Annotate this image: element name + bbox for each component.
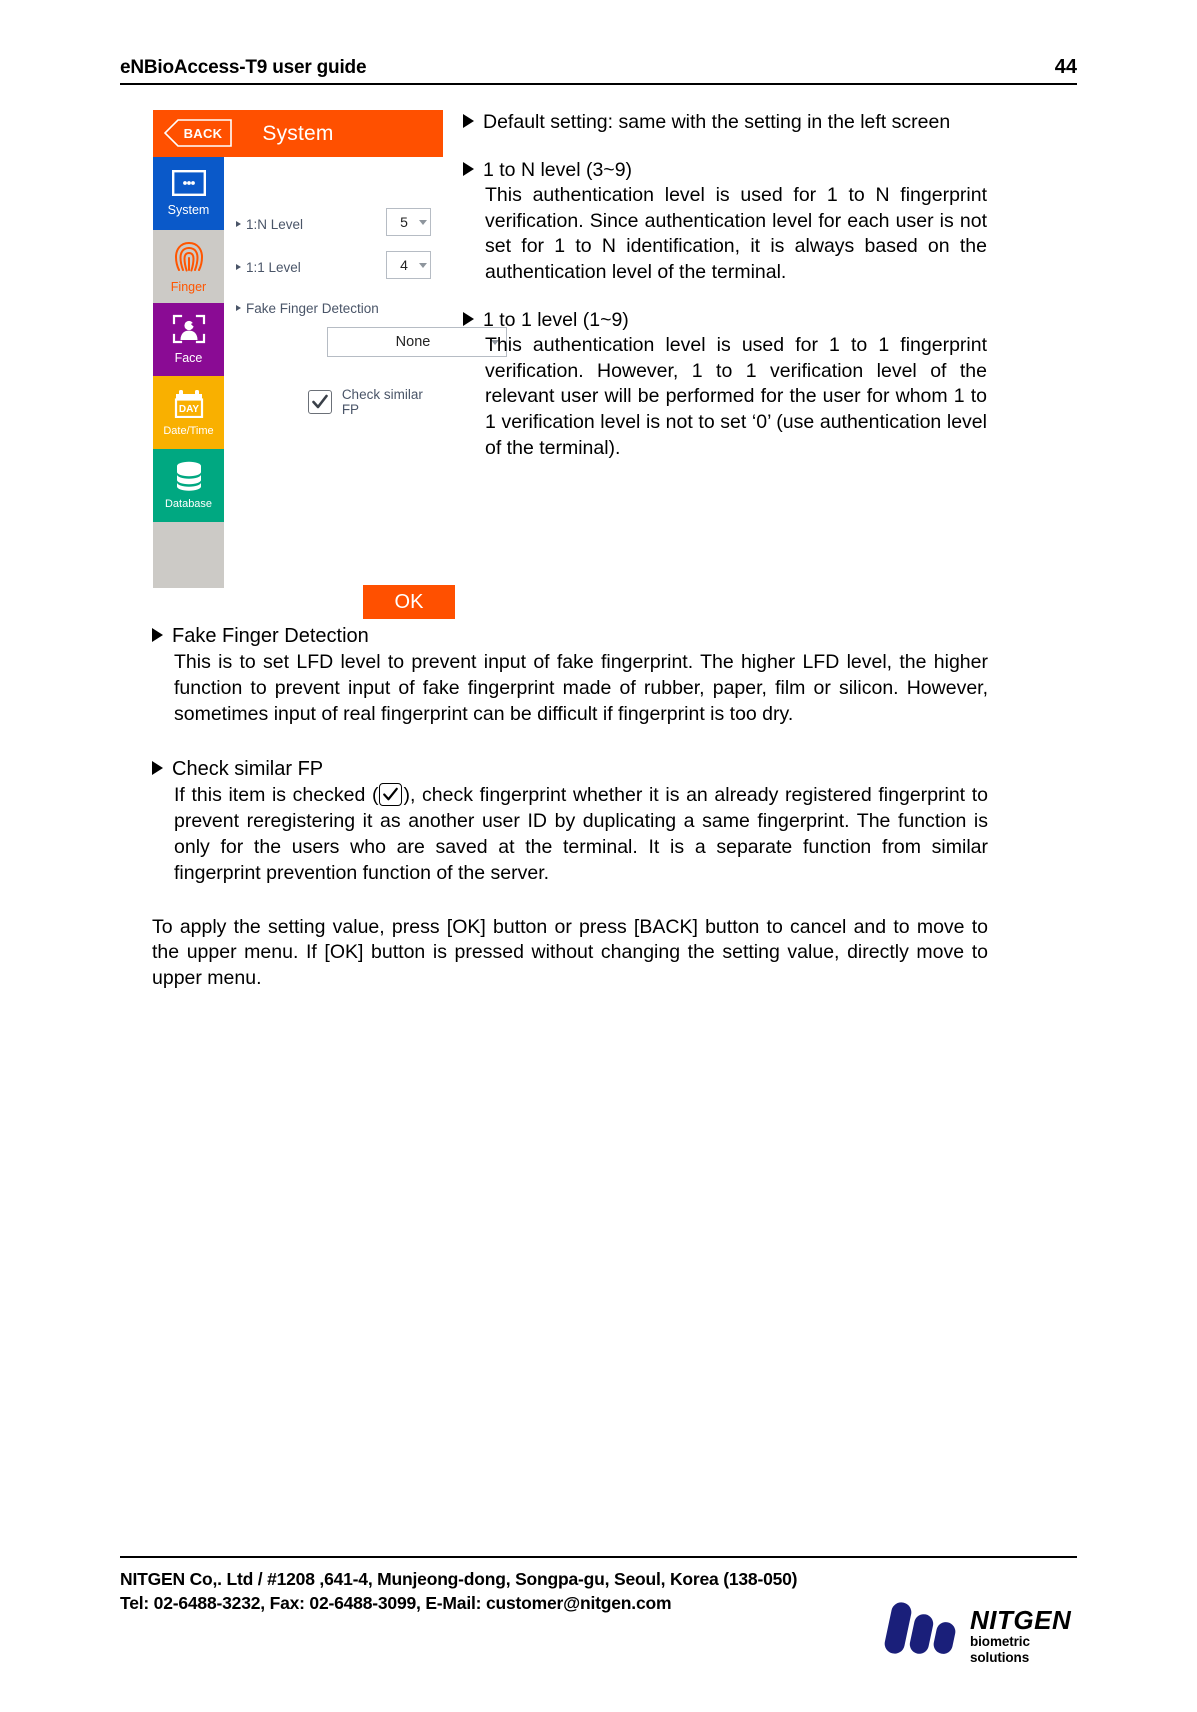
spinner-1n-level-value: 5 — [400, 214, 408, 230]
back-button[interactable]: BACK — [164, 119, 232, 147]
system-window-icon — [171, 170, 206, 201]
document-page: eNBioAccess-T9 user guide 44 BACK System — [0, 0, 1197, 1712]
sidebar-item-finger-label: Finger — [170, 280, 207, 295]
checkbox-check-similar-fp[interactable]: Check similar FP — [308, 387, 443, 417]
sidebar-item-system[interactable]: System — [153, 157, 224, 230]
triangle-bullet-icon — [152, 628, 163, 642]
footer-divider — [120, 1556, 1077, 1558]
device-screen-mockup: BACK System System Finger Face DAY Date/… — [153, 110, 507, 619]
device-content-panel: 1:N Level 5 1:1 Level 4 Fake Finger Dete… — [224, 157, 507, 619]
header-divider — [120, 83, 1077, 85]
default-setting-note: Default setting: same with the setting i… — [463, 110, 987, 136]
face-enroll-icon — [172, 314, 206, 349]
nitgen-logomark-icon — [878, 1600, 966, 1663]
triangle-bullet-icon — [463, 114, 474, 128]
device-titlebar: BACK System — [153, 110, 443, 157]
calendar-day-icon: DAY — [172, 389, 206, 423]
back-button-label: BACK — [183, 125, 223, 141]
inline-checkbox-checked-icon — [379, 783, 403, 807]
device-body: System Finger Face DAY Date/Time Databas… — [153, 157, 507, 619]
section-body-1-to-n-level: This authentication level is used for 1 … — [485, 184, 987, 283]
nitgen-logo-name: NITGEN — [970, 1605, 1072, 1635]
section-heading-check-similar-fp: Check similar FP — [152, 755, 988, 783]
spinner-1n-level[interactable]: 5 — [386, 208, 431, 236]
nitgen-logo-tagline: biometric solutions — [970, 1634, 1030, 1665]
section-body-1-to-1-level: This authentication level is used for 1 … — [485, 334, 987, 459]
right-text-column: Default setting: same with the setting i… — [463, 110, 987, 461]
sidebar-item-datetime-label: Date/Time — [163, 424, 214, 437]
spinner-11-level[interactable]: 4 — [386, 251, 431, 279]
setting-label-11-level: 1:1 Level — [236, 260, 301, 275]
nitgen-logo: NITGEN biometric solutions — [878, 1596, 1071, 1668]
database-stack-icon — [173, 461, 205, 496]
nitgen-wordmark: NITGEN biometric solutions — [970, 1606, 1071, 1666]
footer-address-line: NITGEN Co,. Ltd / #1208 ,641-4, Munjeong… — [120, 1569, 798, 1589]
document-title: eNBioAccess-T9 user guide — [120, 57, 367, 78]
sidebar-item-database-label: Database — [164, 498, 213, 510]
device-sidebar: System Finger Face DAY Date/Time Databas… — [153, 157, 224, 588]
spinner-11-level-value: 4 — [400, 257, 408, 273]
checkbox-checked-icon[interactable] — [308, 390, 332, 414]
setting-label-1n-level: 1:N Level — [236, 217, 303, 232]
ok-button[interactable]: OK — [363, 585, 455, 619]
fingerprint-icon — [173, 239, 205, 278]
section-heading-1-to-1-level: 1 to 1 level (1~9) — [463, 308, 987, 334]
closing-paragraph: To apply the setting value, press [OK] b… — [152, 915, 988, 990]
chevron-down-icon[interactable] — [418, 262, 430, 268]
sidebar-item-face-label: Face — [174, 351, 203, 366]
checkbox-check-similar-fp-label: Check similar FP — [341, 387, 423, 417]
triangle-bullet-icon — [463, 161, 474, 176]
lower-text-column: Fake Finger Detection This is to set LFD… — [152, 622, 988, 992]
sidebar-item-system-label: System — [167, 203, 210, 218]
triangle-bullet-icon — [236, 305, 241, 311]
chevron-down-icon[interactable] — [418, 219, 430, 225]
sidebar-item-database[interactable]: Database — [153, 449, 224, 522]
page-number: 44 — [1054, 56, 1077, 78]
section-heading-1-to-n-level: 1 to N level (3~9) — [463, 158, 987, 184]
sidebar-item-face[interactable]: Face — [153, 303, 224, 376]
svg-text:DAY: DAY — [178, 404, 199, 415]
triangle-bullet-icon — [236, 264, 241, 270]
section-body-fake-finger-detection: This is to set LFD level to prevent inpu… — [174, 651, 988, 725]
page-header: eNBioAccess-T9 user guide 44 — [120, 56, 1077, 85]
triangle-bullet-icon — [152, 761, 163, 776]
check-similar-text-before: If this item is checked ( — [174, 784, 379, 807]
sidebar-item-finger[interactable]: Finger — [153, 230, 224, 303]
section-heading-fake-finger-detection: Fake Finger Detection — [152, 622, 988, 650]
sidebar-item-datetime[interactable]: DAY Date/Time — [153, 376, 224, 449]
setting-label-fake-finger-detection: Fake Finger Detection — [236, 301, 379, 316]
triangle-bullet-icon — [236, 221, 241, 227]
section-body-check-similar-fp: If this item is checked (), check finger… — [152, 783, 988, 886]
triangle-bullet-icon — [463, 311, 474, 326]
